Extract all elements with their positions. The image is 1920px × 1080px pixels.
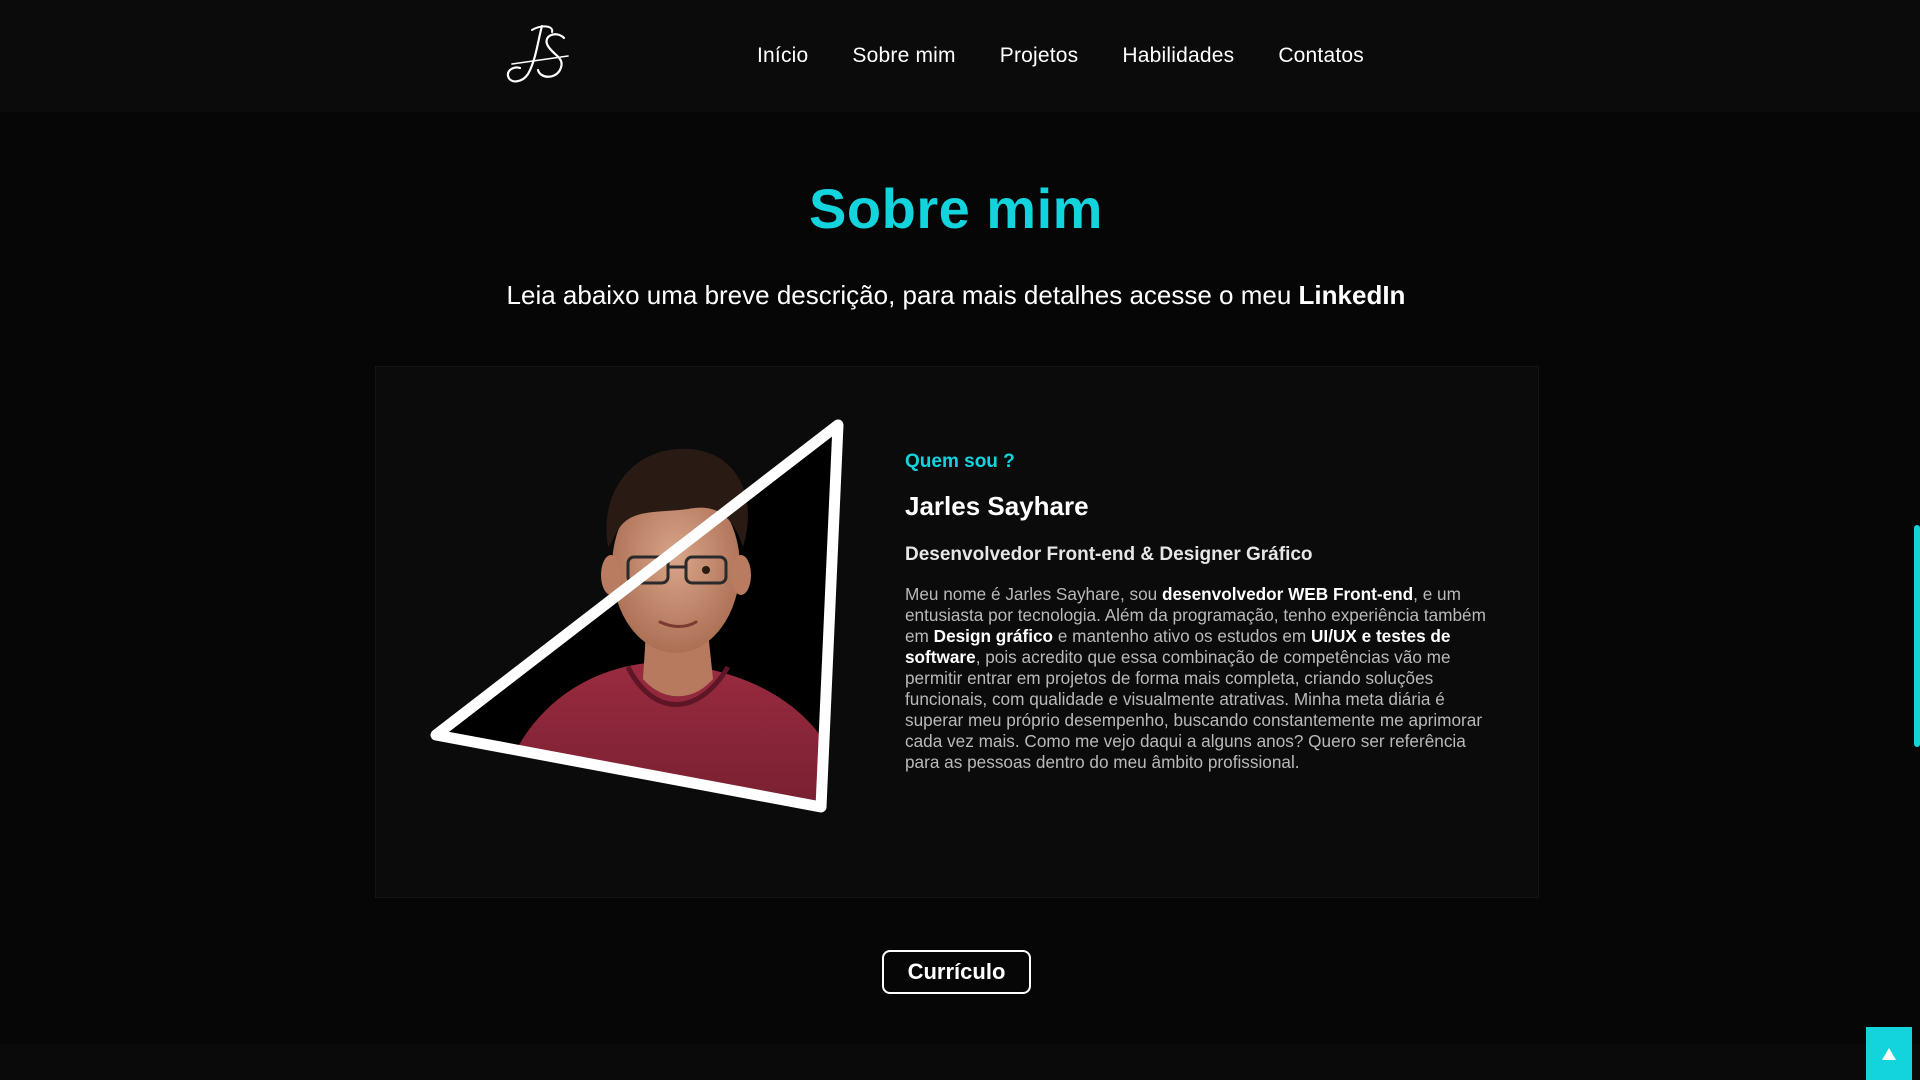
- nav-link-projetos[interactable]: Projetos: [1000, 44, 1079, 68]
- nav-link-sobre-mim[interactable]: Sobre mim: [852, 44, 955, 68]
- section-title: Sobre mim: [809, 177, 1103, 240]
- scrollbar-thumb[interactable]: [1914, 525, 1920, 747]
- logo-icon: [506, 24, 569, 83]
- profile-name: Jarles Sayhare: [905, 491, 1089, 521]
- nav-link-contatos[interactable]: Contatos: [1278, 44, 1364, 68]
- logo-js-signature[interactable]: [502, 20, 574, 86]
- nav-link-habilidades[interactable]: Habilidades: [1122, 44, 1234, 68]
- profile-bio: Meu nome é Jarles Sayhare, sou desenvolv…: [905, 584, 1495, 773]
- nav-link-inicio[interactable]: Início: [757, 44, 808, 68]
- footer-strip: [0, 1044, 1920, 1080]
- subtitle-text: Leia abaixo uma breve descrição, para ma…: [506, 280, 1299, 310]
- profile-role: Desenvolvedor Front-end & Designer Gráfi…: [905, 544, 1313, 565]
- section-subtitle: Leia abaixo uma breve descrição, para ma…: [0, 280, 1912, 311]
- about-eyebrow: Quem sou ?: [905, 451, 1015, 472]
- top-navbar: Início Sobre mim Projetos Habilidades Co…: [0, 0, 1920, 112]
- profile-photo: [428, 417, 864, 853]
- linkedin-link[interactable]: LinkedIn: [1299, 280, 1406, 310]
- bio-text: Meu nome é Jarles Sayhare, sou: [905, 584, 1162, 604]
- about-text-block: Quem sou ? Jarles Sayhare Desenvolvedor …: [905, 451, 1495, 773]
- arrow-up-icon: [1882, 1047, 1896, 1060]
- bio-text: , pois acredito que essa combinação de c…: [905, 647, 1483, 772]
- bio-text: e mantenho ativo os estudos em: [1053, 626, 1312, 646]
- back-to-top-button[interactable]: [1866, 1027, 1912, 1080]
- main-navigation: Início Sobre mim Projetos Habilidades Co…: [757, 42, 1364, 70]
- about-card: Quem sou ? Jarles Sayhare Desenvolvedor …: [375, 366, 1539, 898]
- bio-highlight: desenvolvedor WEB Front-end: [1162, 584, 1414, 604]
- curriculo-button[interactable]: Currículo: [882, 950, 1031, 994]
- bio-highlight: Design gráfico: [933, 626, 1054, 646]
